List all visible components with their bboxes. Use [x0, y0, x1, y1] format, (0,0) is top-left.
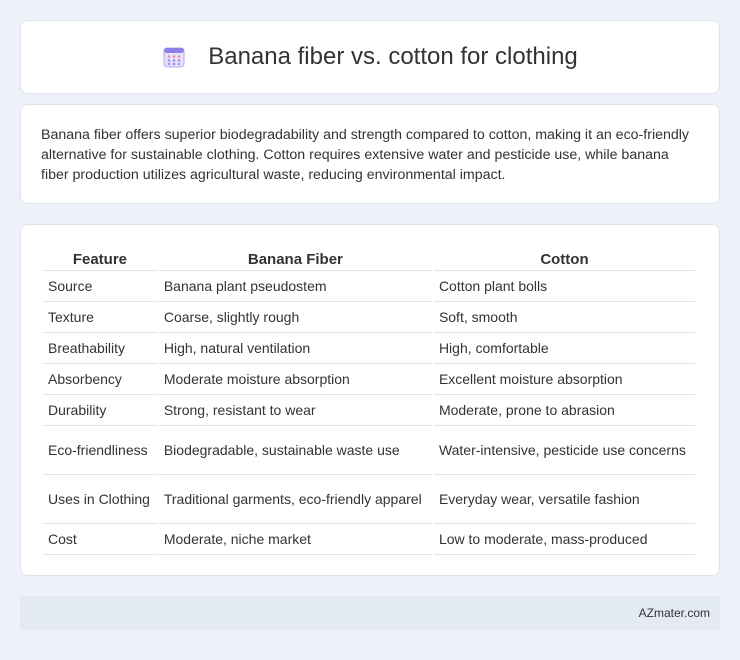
banana-fiber-cell: Traditional garments, eco-friendly appar…	[158, 475, 432, 524]
banana-fiber-cell: Moderate moisture absorption	[158, 364, 432, 395]
cotton-cell: Low to moderate, mass-produced	[433, 524, 695, 555]
table-row: Breathability High, natural ventilation …	[43, 333, 695, 364]
cotton-cell: Excellent moisture absorption	[433, 364, 695, 395]
feature-cell: Absorbency	[43, 364, 157, 395]
banana-fiber-cell: Strong, resistant to wear	[158, 395, 432, 426]
cotton-cell: High, comfortable	[433, 333, 695, 364]
calendar-grid-icon	[162, 45, 186, 69]
feature-cell: Texture	[43, 302, 157, 333]
page-title: Banana fiber vs. cotton for clothing	[208, 43, 578, 70]
summary-text: Banana fiber offers superior biodegradab…	[41, 127, 690, 183]
header-feature: Feature	[43, 245, 157, 271]
comparison-table: Feature Banana Fiber Cotton Source Banan…	[41, 245, 697, 555]
cotton-cell: Soft, smooth	[433, 302, 695, 333]
feature-cell: Cost	[43, 524, 157, 555]
summary-card: Banana fiber offers superior biodegradab…	[20, 104, 720, 204]
table-row: Uses in Clothing Traditional garments, e…	[43, 475, 695, 524]
header-cotton: Cotton	[433, 245, 695, 271]
table-row: Cost Moderate, niche market Low to moder…	[43, 524, 695, 555]
feature-cell: Breathability	[43, 333, 157, 364]
banana-fiber-cell: Banana plant pseudostem	[158, 271, 432, 302]
table-row: Durability Strong, resistant to wear Mod…	[43, 395, 695, 426]
banana-fiber-cell: Coarse, slightly rough	[158, 302, 432, 333]
footer: AZmater.com	[20, 596, 720, 630]
title-card: Banana fiber vs. cotton for clothing	[20, 20, 720, 94]
cotton-cell: Water-intensive, pesticide use concerns	[433, 426, 695, 475]
table-row: Eco-friendliness Biodegradable, sustaina…	[43, 426, 695, 475]
table-header-row: Feature Banana Fiber Cotton	[43, 245, 695, 271]
table-row: Texture Coarse, slightly rough Soft, smo…	[43, 302, 695, 333]
cotton-cell: Everyday wear, versatile fashion	[433, 475, 695, 524]
banana-fiber-cell: Biodegradable, sustainable waste use	[158, 426, 432, 475]
header-banana-fiber: Banana Fiber	[158, 245, 432, 271]
feature-cell: Durability	[43, 395, 157, 426]
comparison-card: Feature Banana Fiber Cotton Source Banan…	[20, 224, 720, 576]
cotton-cell: Cotton plant bolls	[433, 271, 695, 302]
footer-brand: AZmater.com	[638, 606, 710, 620]
banana-fiber-cell: High, natural ventilation	[158, 333, 432, 364]
feature-cell: Uses in Clothing	[43, 475, 157, 524]
feature-cell: Eco-friendliness	[43, 426, 157, 475]
table-row: Source Banana plant pseudostem Cotton pl…	[43, 271, 695, 302]
table-row: Absorbency Moderate moisture absorption …	[43, 364, 695, 395]
banana-fiber-cell: Moderate, niche market	[158, 524, 432, 555]
feature-cell: Source	[43, 271, 157, 302]
cotton-cell: Moderate, prone to abrasion	[433, 395, 695, 426]
